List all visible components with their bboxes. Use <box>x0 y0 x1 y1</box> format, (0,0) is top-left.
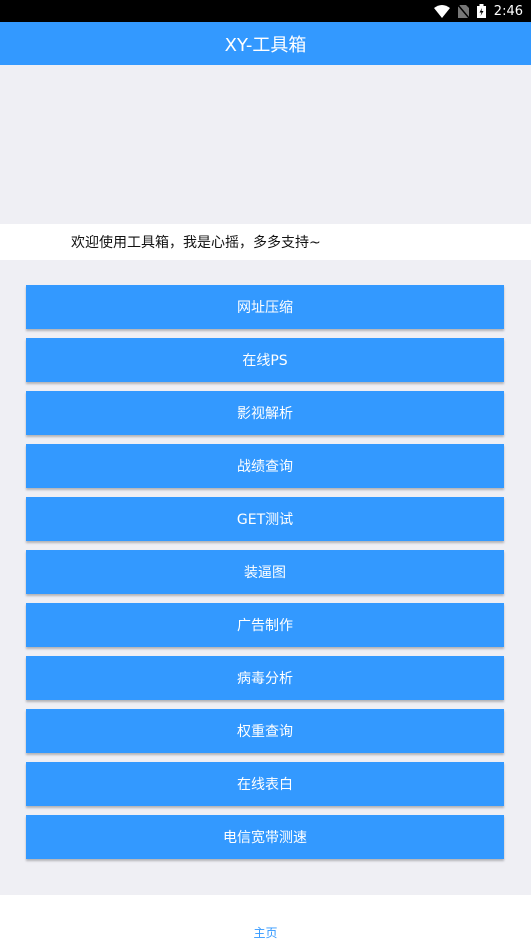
banner-area <box>0 65 531 223</box>
tool-button-get-test[interactable]: GET测试 <box>26 497 504 541</box>
tool-button-online-ps[interactable]: 在线PS <box>26 338 504 382</box>
nav-home-tab[interactable]: 主页 <box>253 924 277 941</box>
tool-button-weight-query[interactable]: 权重查询 <box>26 709 504 753</box>
tool-button-online-confession[interactable]: 在线表白 <box>26 762 504 806</box>
tool-button-video-parse[interactable]: 影视解析 <box>26 391 504 435</box>
tool-button-meme-image[interactable]: 装逼图 <box>26 550 504 594</box>
battery-charging-icon <box>476 4 486 18</box>
status-time: 2:46 <box>493 3 523 19</box>
wifi-icon <box>433 4 450 18</box>
tool-button-broadband-speedtest[interactable]: 电信宽带测速 <box>26 815 504 859</box>
tool-button-list: 网址压缩 在线PS 影视解析 战绩查询 GET测试 装逼图 广告制作 病毒分析 … <box>26 285 504 868</box>
tool-button-ad-maker[interactable]: 广告制作 <box>26 603 504 647</box>
app-bar: XY-工具箱 <box>0 22 531 65</box>
tool-button-virus-analysis[interactable]: 病毒分析 <box>26 656 504 700</box>
tool-button-record-query[interactable]: 战绩查询 <box>26 444 504 488</box>
tool-button-url-shorten[interactable]: 网址压缩 <box>26 285 504 329</box>
bottom-navigation: 主页 <box>0 895 531 944</box>
welcome-text: 欢迎使用工具箱，我是心摇，多多支持~ <box>0 224 531 260</box>
app-title: XY-工具箱 <box>224 34 307 56</box>
status-bar: 2:46 <box>0 0 531 22</box>
no-sim-icon <box>457 4 469 18</box>
